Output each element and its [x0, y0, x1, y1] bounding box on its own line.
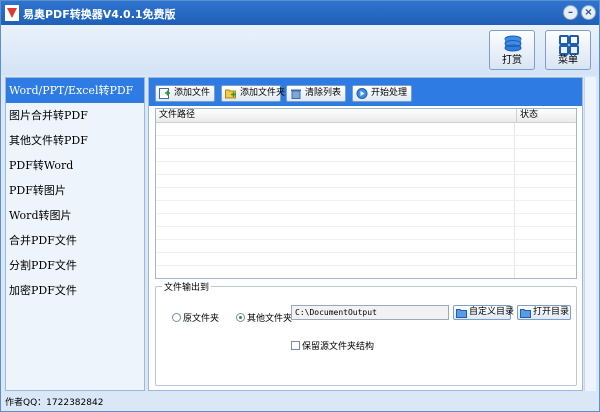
table-row — [156, 176, 576, 188]
sidebar-item-pdf-to-image[interactable]: PDF转图片 — [6, 178, 144, 203]
add-file-icon — [159, 88, 170, 99]
sidebar-item-word-ppt-excel-to-pdf[interactable]: Word/PPT/Excel转PDF — [6, 78, 144, 103]
table-row — [156, 202, 576, 214]
right-scrollbar[interactable] — [584, 77, 596, 391]
tip-button-label: 打赏 — [502, 55, 522, 66]
add-folder-label: 添加文件夹 — [240, 88, 286, 98]
sidebar-item-pdf-to-word[interactable]: PDF转Word — [6, 153, 144, 178]
checkbox-icon — [291, 341, 300, 350]
open-directory-label: 打开目录 — [533, 307, 570, 317]
minimize-button[interactable]: – — [563, 5, 578, 20]
file-list-header: 文件路径 状态 — [156, 109, 576, 123]
column-header-status[interactable]: 状态 — [516, 109, 538, 123]
table-row — [156, 137, 576, 149]
trash-icon — [291, 89, 301, 99]
menu-button-label: 菜单 — [558, 55, 578, 66]
author-contact: 作者QQ：1722382842 — [5, 398, 104, 408]
output-settings-group: 文件输出到 原文件夹 其他文件夹 C:\DocumentOutput 自定义目录… — [155, 280, 577, 386]
add-file-button[interactable]: 添加文件 — [155, 85, 215, 102]
add-file-label: 添加文件 — [174, 88, 211, 98]
sidebar-item-other-to-pdf[interactable]: 其他文件转PDF — [6, 128, 144, 153]
start-process-button[interactable]: 开始处理 — [352, 85, 412, 102]
app-logo-icon — [5, 5, 19, 21]
custom-directory-label: 自定义目录 — [469, 307, 515, 317]
sidebar-item-encrypt-pdf[interactable]: 加密PDF文件 — [6, 278, 144, 303]
table-row — [156, 254, 576, 266]
clear-list-label: 清除列表 — [305, 88, 342, 98]
table-row — [156, 228, 576, 240]
top-toolbar: 打赏 菜单 — [1, 25, 599, 75]
clear-list-button[interactable]: 清除列表 — [286, 85, 346, 102]
play-icon — [356, 88, 368, 99]
folder-icon — [456, 309, 467, 318]
radio-source-label: 原文件夹 — [183, 314, 220, 324]
output-group-title: 文件输出到 — [162, 280, 212, 293]
column-header-path[interactable]: 文件路径 — [159, 109, 195, 122]
open-directory-button[interactable]: 打开目录 — [517, 305, 571, 320]
table-row — [156, 124, 576, 136]
main-panel: 添加文件 添加文件夹 清除列表 开始处理 文件路径 状态 文件输出到 原文件夹 … — [148, 77, 583, 391]
radio-selected-icon — [236, 313, 245, 322]
keep-structure-checkbox[interactable]: 保留源文件夹结构 — [291, 339, 374, 352]
table-row — [156, 189, 576, 201]
file-list-table[interactable]: 文件路径 状态 — [155, 108, 577, 279]
sidebar-item-images-to-pdf[interactable]: 图片合并转PDF — [6, 103, 144, 128]
custom-directory-button[interactable]: 自定义目录 — [453, 305, 515, 320]
start-process-label: 开始处理 — [371, 88, 408, 98]
radio-source-folder[interactable]: 原文件夹 — [172, 311, 219, 324]
radio-other-label: 其他文件夹 — [247, 314, 293, 324]
app-window: 易奥PDF转换器V4.0.1免费版 – × 打赏 菜单 Word/PPT/Exc… — [0, 0, 600, 412]
add-folder-button[interactable]: 添加文件夹 — [221, 85, 285, 102]
table-row — [156, 150, 576, 162]
open-folder-icon — [520, 309, 531, 318]
action-bar: 添加文件 添加文件夹 清除列表 开始处理 — [149, 78, 582, 106]
sidebar-item-word-to-image[interactable]: Word转图片 — [6, 203, 144, 228]
menu-button[interactable]: 菜单 — [545, 30, 591, 70]
radio-other-folder[interactable]: 其他文件夹 — [236, 311, 292, 324]
close-button[interactable]: × — [581, 5, 596, 20]
table-row — [156, 163, 576, 175]
function-sidebar: Word/PPT/Excel转PDF 图片合并转PDF 其他文件转PDF PDF… — [5, 77, 145, 391]
sidebar-item-split-pdf[interactable]: 分割PDF文件 — [6, 253, 144, 278]
add-folder-icon — [225, 89, 236, 99]
radio-icon — [172, 313, 181, 322]
title-bar[interactable]: 易奥PDF转换器V4.0.1免费版 – × — [1, 1, 599, 25]
sidebar-item-merge-pdf[interactable]: 合并PDF文件 — [6, 228, 144, 253]
output-path-field[interactable]: C:\DocumentOutput — [291, 305, 449, 320]
tip-button[interactable]: 打赏 — [489, 30, 535, 70]
keep-structure-label: 保留源文件夹结构 — [302, 342, 375, 352]
window-title: 易奥PDF转换器V4.0.1免费版 — [23, 8, 176, 21]
table-row — [156, 241, 576, 253]
table-row — [156, 215, 576, 227]
